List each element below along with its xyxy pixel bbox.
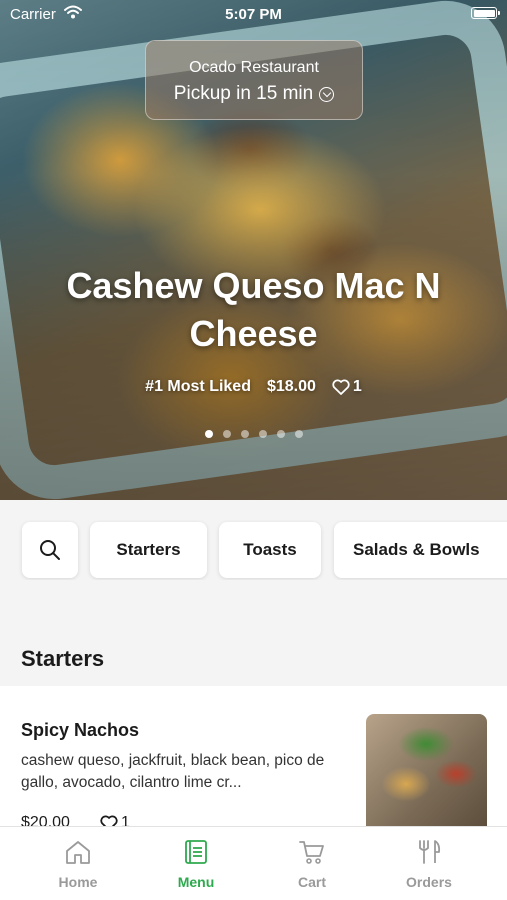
- carousel-page-indicator[interactable]: [0, 430, 507, 438]
- tab-bar: Home Menu Cart Orders: [0, 826, 507, 900]
- tab-home-label: Home: [58, 874, 98, 890]
- featured-likes[interactable]: 1: [332, 378, 362, 396]
- menu-item-price: $20.00: [21, 814, 70, 826]
- clock: 5:07 PM: [225, 6, 282, 23]
- tab-cart[interactable]: Cart: [249, 827, 375, 900]
- search-icon: [40, 540, 60, 560]
- status-bar: Carrier 5:07 PM: [0, 0, 507, 30]
- pickup-selector[interactable]: Ocado Restaurant Pickup in 15 min: [145, 40, 363, 120]
- home-icon: [66, 841, 90, 864]
- category-chip-starters[interactable]: Starters: [90, 522, 207, 578]
- tab-menu[interactable]: Menu: [133, 827, 259, 900]
- heart-icon: [100, 815, 118, 826]
- tab-orders[interactable]: Orders: [366, 827, 492, 900]
- featured-likes-count: 1: [352, 378, 362, 395]
- menu-item-likes[interactable]: 1: [100, 814, 130, 826]
- carousel-dot[interactable]: [222, 430, 231, 438]
- most-liked-badge: #1 Most Liked: [145, 378, 251, 395]
- section-title: Starters: [21, 646, 105, 671]
- menu-item-name: Spicy Nachos: [21, 720, 140, 740]
- category-bar: Starters Toasts Salads & Bowls: [0, 520, 507, 580]
- heart-icon: [332, 379, 350, 395]
- carousel-dot[interactable]: [276, 430, 285, 438]
- menu-item-image[interactable]: [366, 714, 487, 826]
- tab-cart-label: Cart: [297, 874, 326, 890]
- featured-price: $18.00: [266, 378, 316, 395]
- carousel-dot[interactable]: [294, 430, 303, 438]
- menu-item-description: cashew queso, jackfruit, black bean, pic…: [21, 752, 325, 791]
- tab-home[interactable]: Home: [15, 827, 141, 900]
- tab-menu-label: Menu: [177, 874, 215, 890]
- carousel-dot[interactable]: [204, 430, 213, 438]
- menu-book-icon: [185, 840, 207, 864]
- pickup-eta: Pickup in 15 min: [173, 83, 314, 104]
- search-button[interactable]: [22, 522, 78, 578]
- featured-dish-title[interactable]: Cashew Queso Mac N Cheese: [20, 262, 487, 358]
- carousel-dot[interactable]: [258, 430, 267, 438]
- featured-dish-meta: #1 Most Liked $18.00 1: [0, 378, 507, 396]
- battery-icon: [471, 7, 500, 19]
- utensils-icon: [419, 840, 441, 864]
- cart-icon: [299, 841, 324, 864]
- menu-item-card[interactable]: Spicy Nachos cashew queso, jackfruit, bl…: [0, 686, 507, 826]
- carousel-dot[interactable]: [240, 430, 249, 438]
- menu-item-likes-count: 1: [121, 814, 130, 826]
- category-chip-toasts[interactable]: Toasts: [219, 522, 321, 578]
- chevron-down-circle-icon: [319, 86, 335, 102]
- category-chip-salads-bowls[interactable]: Salads & Bowls: [334, 522, 507, 578]
- tab-orders-label: Orders: [406, 874, 452, 890]
- restaurant-name: Ocado Restaurant: [189, 59, 319, 76]
